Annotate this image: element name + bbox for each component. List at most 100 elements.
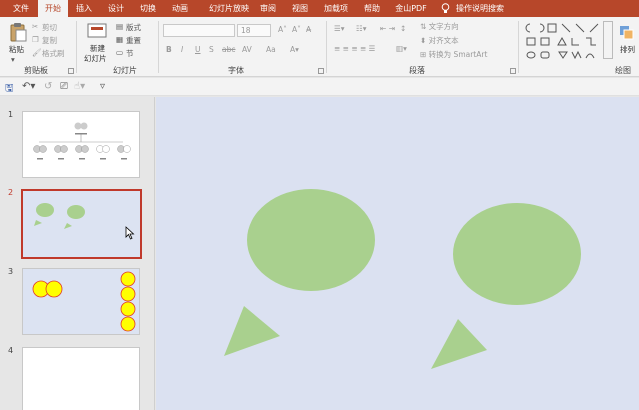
columns-icon[interactable]: ▥▾ (396, 44, 407, 53)
drawing-group-label: 绘图 (615, 66, 631, 75)
arrange-button[interactable]: 排列 (620, 44, 635, 55)
align-icons[interactable]: ≡ ≡ ≡ ≡ ☰ (334, 44, 375, 53)
ribbon: 粘贴 ▾ ✂ 剪切 ❐ 复制 🖌 格式刷 剪贴板 新建 幻灯片 ▤ 版式 ▦ 重… (0, 17, 639, 77)
smartart-icon: ⊞ (420, 50, 429, 59)
slide-thumbnail-1[interactable] (22, 111, 140, 178)
tab-view[interactable]: 视图 (286, 0, 314, 17)
new-slide-button-line2[interactable]: 幻灯片 (84, 53, 107, 64)
yellow-circles-preview (32, 271, 136, 332)
left-bubble-triangle[interactable] (224, 306, 280, 356)
slide-thumbnail-2[interactable] (21, 189, 142, 259)
section-button[interactable]: 节 (126, 48, 134, 59)
clipboard-launcher[interactable] (68, 68, 74, 74)
slide-number-1: 1 (8, 110, 14, 119)
reset-button[interactable]: 重置 (126, 35, 141, 46)
reset-icon: ▦ (116, 35, 124, 44)
section-icon: ▭ (116, 48, 124, 57)
slide-thumbnail-pane: 1 2 3 4 (0, 97, 155, 410)
bullets-icon[interactable]: ☰▾ (334, 24, 345, 33)
clipboard-group-label: 剪贴板 (24, 66, 48, 75)
strikethrough-button[interactable]: S (209, 45, 214, 54)
tab-addins[interactable]: 加载项 (318, 0, 354, 17)
change-case-button[interactable]: Aa (266, 45, 276, 54)
slide-number-3: 3 (8, 267, 14, 276)
slide-thumbnail-4[interactable] (22, 347, 140, 410)
paragraph-group-label: 段落 (409, 66, 425, 75)
redo-icon[interactable]: ↺ (44, 81, 52, 92)
shadow-button[interactable]: abc (222, 45, 235, 54)
align-text-label: 对齐文本 (428, 36, 459, 45)
slides-group-label: 幻灯片 (113, 66, 137, 75)
right-bubble-triangle[interactable] (431, 319, 487, 369)
format-painter-button[interactable]: 格式刷 (42, 48, 65, 59)
copy-button[interactable]: 复制 (42, 35, 57, 46)
customize-qat-icon[interactable]: ▿ (100, 81, 105, 92)
font-color-icon[interactable]: A▾ (290, 45, 299, 54)
layout-button[interactable]: 版式 (126, 22, 141, 33)
align-text-button[interactable]: ⬍ 对齐文本 (420, 35, 459, 46)
underline-button[interactable]: U (195, 45, 201, 54)
font-launcher[interactable] (318, 68, 324, 74)
org-chart-preview (33, 122, 131, 160)
clear-format-icon[interactable]: A̶ (306, 25, 311, 34)
lightbulb-icon (441, 3, 450, 13)
smartart-button[interactable]: ⊞ 转换为 SmartArt (420, 49, 487, 60)
layout-icon: ▤ (116, 22, 124, 31)
left-bubble-ellipse[interactable] (247, 189, 375, 291)
mouse-cursor-icon (125, 226, 135, 240)
text-direction-label: 文字方向 (428, 22, 459, 31)
start-slideshow-icon[interactable]: ⎚ (60, 81, 68, 92)
tab-file[interactable]: 文件 (4, 0, 38, 17)
slide-number-2: 2 (8, 188, 14, 197)
tab-home[interactable]: 开始 (38, 0, 68, 17)
shapes-scroll[interactable] (603, 21, 613, 59)
paragraph-launcher[interactable] (510, 68, 516, 74)
line-spacing-icon[interactable]: ↕ (400, 24, 406, 33)
text-direction-button[interactable]: ⇅ 文字方向 (420, 21, 459, 32)
slide-thumbnail-3[interactable] (22, 268, 140, 335)
paste-icon[interactable] (9, 22, 27, 42)
tab-help[interactable]: 帮助 (358, 0, 386, 17)
format-painter-icon: 🖌 (32, 48, 42, 57)
tab-review[interactable]: 审阅 (256, 0, 280, 17)
cut-button[interactable]: 剪切 (42, 22, 57, 33)
grow-font-icon[interactable]: A˄ (278, 25, 287, 34)
separator (76, 21, 77, 73)
separator (518, 21, 519, 73)
tab-slideshow[interactable]: 幻灯片放映 (200, 0, 258, 17)
undo-icon[interactable]: ↶▾ (22, 81, 35, 92)
shrink-font-icon[interactable]: A˅ (292, 25, 301, 34)
slide-canvas[interactable] (156, 97, 639, 410)
smartart-label: 转换为 SmartArt (428, 50, 488, 59)
tab-animations[interactable]: 动画 (166, 0, 194, 17)
separator (158, 21, 159, 73)
cut-icon: ✂ (32, 22, 39, 31)
text-direction-icon: ⇅ (420, 22, 429, 31)
paste-button[interactable]: 粘贴 (9, 44, 24, 55)
align-text-icon: ⬍ (420, 36, 429, 45)
new-slide-icon[interactable] (87, 23, 107, 39)
quick-access-toolbar: 🖫 ↶▾ ↺ ⎚ ☝▾ ▿ (0, 78, 639, 96)
bold-button[interactable]: B (166, 45, 172, 54)
char-spacing-button[interactable]: AV (242, 45, 252, 54)
shapes-gallery[interactable] (524, 21, 614, 63)
touch-mode-icon[interactable]: ☝▾ (74, 81, 85, 92)
arrange-icon[interactable] (619, 25, 635, 41)
save-icon[interactable]: 🖫 (5, 81, 14, 98)
font-size-value: 18 (241, 26, 251, 35)
tab-insert[interactable]: 插入 (70, 0, 98, 17)
slide-number-4: 4 (8, 346, 14, 355)
font-name-input[interactable] (163, 24, 235, 37)
font-group-label: 字体 (228, 66, 244, 75)
tab-design[interactable]: 设计 (102, 0, 130, 17)
tab-transitions[interactable]: 切换 (134, 0, 162, 17)
italic-button[interactable]: I (181, 45, 183, 54)
paste-dropdown-icon[interactable]: ▾ (11, 55, 15, 64)
indent-icons[interactable]: ⇤ ⇥ (380, 24, 395, 33)
tab-kingsoft-pdf[interactable]: 金山PDF (391, 0, 431, 17)
tell-me-search[interactable]: 操作说明搜索 (456, 0, 504, 17)
slide-content (224, 189, 581, 369)
right-bubble-ellipse[interactable] (453, 203, 581, 305)
font-size-input[interactable]: 18 (237, 24, 271, 37)
numbering-icon[interactable]: ☷▾ (356, 24, 367, 33)
